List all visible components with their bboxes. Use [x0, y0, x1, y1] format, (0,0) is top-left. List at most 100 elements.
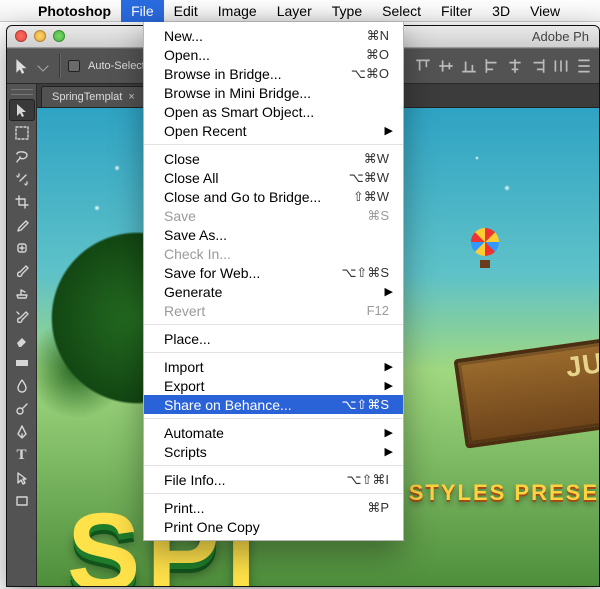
- menu-item-open-recent[interactable]: Open Recent▶: [144, 121, 403, 140]
- menu-item-automate[interactable]: Automate▶: [144, 423, 403, 442]
- tools-panel: T: [7, 84, 37, 586]
- tool-magic-wand[interactable]: [9, 168, 35, 190]
- auto-select-checkbox[interactable]: [68, 60, 80, 72]
- menu-item-shortcut: ⌥⇧⌘S: [341, 265, 389, 281]
- window-minimize-button[interactable]: [34, 30, 46, 42]
- tool-blur[interactable]: [9, 375, 35, 397]
- menu-item-browse-in-bridge[interactable]: Browse in Bridge...⌥⌘O: [144, 64, 403, 83]
- menu-item-shortcut: ⌘O: [366, 47, 389, 63]
- menu-item-close[interactable]: Close⌘W: [144, 149, 403, 168]
- menu-item-generate[interactable]: Generate▶: [144, 282, 403, 301]
- menu-item-label: Open Recent: [164, 123, 389, 139]
- menu-item-save-as[interactable]: Save As...: [144, 225, 403, 244]
- menu-item-label: Save As...: [164, 227, 389, 243]
- tool-move[interactable]: [9, 99, 35, 121]
- file-menu-dropdown: New...⌘NOpen...⌘OBrowse in Bridge...⌥⌘OB…: [143, 22, 404, 541]
- align-vcenter-icon[interactable]: [437, 57, 455, 75]
- menubar-item-layer[interactable]: Layer: [267, 0, 322, 22]
- menu-item-new[interactable]: New...⌘N: [144, 26, 403, 45]
- menu-item-print-one-copy[interactable]: Print One Copy: [144, 517, 403, 536]
- tool-pen[interactable]: [9, 421, 35, 443]
- window-zoom-button[interactable]: [53, 30, 65, 42]
- menu-item-print[interactable]: Print...⌘P: [144, 498, 403, 517]
- move-tool-indicator-icon: [13, 57, 31, 75]
- menu-item-label: Place...: [164, 331, 389, 347]
- tool-marquee[interactable]: [9, 122, 35, 144]
- menu-item-place[interactable]: Place...: [144, 329, 403, 348]
- submenu-arrow-icon: ▶: [385, 285, 393, 298]
- menu-item-save-for-web[interactable]: Save for Web...⌥⇧⌘S: [144, 263, 403, 282]
- menu-item-scripts[interactable]: Scripts▶: [144, 442, 403, 461]
- tool-brush[interactable]: [9, 260, 35, 282]
- window-title: Adobe Ph: [532, 29, 589, 44]
- menu-item-save: Save⌘S: [144, 206, 403, 225]
- menu-item-label: Save: [164, 208, 367, 224]
- align-icons-group: [414, 57, 593, 75]
- tool-crop[interactable]: [9, 191, 35, 213]
- document-tab[interactable]: SpringTemplat ×: [41, 86, 146, 107]
- menu-item-export[interactable]: Export▶: [144, 376, 403, 395]
- menu-item-close-all[interactable]: Close All⌥⌘W: [144, 168, 403, 187]
- submenu-arrow-icon: ▶: [385, 426, 393, 439]
- menu-item-open[interactable]: Open...⌘O: [144, 45, 403, 64]
- menu-item-label: Check In...: [164, 246, 389, 262]
- menu-item-label: Export: [164, 378, 389, 394]
- align-bottom-icon[interactable]: [460, 57, 478, 75]
- menubar-item-filter[interactable]: Filter: [431, 0, 482, 22]
- menu-item-label: Open as Smart Object...: [164, 104, 389, 120]
- artwork-balloon: [471, 228, 499, 268]
- menubar-item-3d[interactable]: 3D: [482, 0, 520, 22]
- align-right-icon[interactable]: [529, 57, 547, 75]
- menu-item-label: Print One Copy: [164, 519, 389, 535]
- menubar-item-edit[interactable]: Edit: [164, 0, 208, 22]
- tool-healing[interactable]: [9, 237, 35, 259]
- tool-eyedropper[interactable]: [9, 214, 35, 236]
- menubar-item-select[interactable]: Select: [372, 0, 431, 22]
- menu-item-label: Generate: [164, 284, 389, 300]
- tool-type[interactable]: T: [9, 444, 35, 466]
- distribute-v-icon[interactable]: [575, 57, 593, 75]
- menu-item-shortcut: ⌘N: [367, 28, 389, 44]
- submenu-arrow-icon: ▶: [385, 360, 393, 373]
- menubar-item-file[interactable]: File: [121, 0, 164, 22]
- close-tab-icon[interactable]: ×: [128, 91, 134, 103]
- menu-item-import[interactable]: Import▶: [144, 357, 403, 376]
- menu-item-shortcut: ⇧⌘W: [353, 189, 389, 205]
- submenu-arrow-icon: ▶: [385, 445, 393, 458]
- menu-item-shortcut: F12: [367, 303, 389, 318]
- panel-grip-icon[interactable]: [11, 89, 33, 95]
- menu-item-shortcut: ⌥⌘W: [349, 170, 389, 186]
- menu-item-label: Revert: [164, 303, 367, 319]
- tool-lasso[interactable]: [9, 145, 35, 167]
- menu-item-label: Print...: [164, 500, 367, 516]
- menu-item-label: Open...: [164, 47, 366, 63]
- menu-item-label: Automate: [164, 425, 389, 441]
- menu-item-shortcut: ⌥⌘O: [351, 66, 389, 82]
- distribute-h-icon[interactable]: [552, 57, 570, 75]
- menubar-item-image[interactable]: Image: [208, 0, 267, 22]
- menubar-item-type[interactable]: Type: [322, 0, 372, 22]
- submenu-arrow-icon: ▶: [385, 379, 393, 392]
- tool-eraser[interactable]: [9, 329, 35, 351]
- menubar-item-view[interactable]: View: [520, 0, 570, 22]
- menu-item-revert: RevertF12: [144, 301, 403, 320]
- tool-clone-stamp[interactable]: [9, 283, 35, 305]
- tool-history-brush[interactable]: [9, 306, 35, 328]
- align-hcenter-icon[interactable]: [506, 57, 524, 75]
- menu-item-file-info[interactable]: File Info...⌥⇧⌘I: [144, 470, 403, 489]
- align-left-icon[interactable]: [483, 57, 501, 75]
- tool-gradient[interactable]: [9, 352, 35, 374]
- tool-rectangle[interactable]: [9, 490, 35, 512]
- tool-preset-picker[interactable]: [37, 60, 48, 71]
- tool-dodge[interactable]: [9, 398, 35, 420]
- menu-item-close-and-go-to-bridge[interactable]: Close and Go to Bridge...⇧⌘W: [144, 187, 403, 206]
- menu-item-open-as-smart-object[interactable]: Open as Smart Object...: [144, 102, 403, 121]
- tool-path-select[interactable]: [9, 467, 35, 489]
- app-name[interactable]: Photoshop: [28, 3, 121, 19]
- window-close-button[interactable]: [15, 30, 27, 42]
- menu-item-shortcut: ⌘W: [364, 151, 389, 167]
- menu-item-shortcut: ⌘P: [367, 500, 389, 516]
- align-top-icon[interactable]: [414, 57, 432, 75]
- menu-item-browse-in-mini-bridge[interactable]: Browse in Mini Bridge...: [144, 83, 403, 102]
- menu-item-share-on-behance[interactable]: Share on Behance...⌥⇧⌘S: [144, 395, 403, 414]
